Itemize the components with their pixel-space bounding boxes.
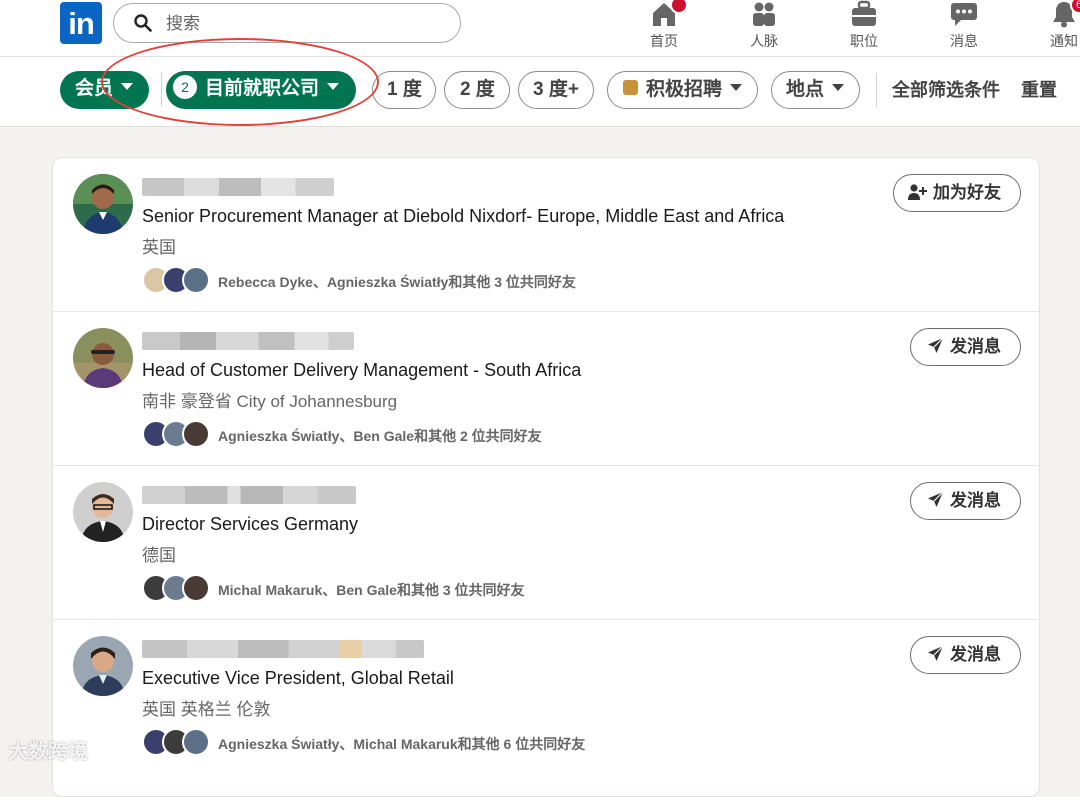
message-button-label: 发消息 <box>950 491 1001 510</box>
person-result: Senior Procurement Manager at Diebold Ni… <box>53 158 1041 312</box>
reset-button[interactable]: 重置 <box>1021 71 1057 109</box>
person-result: Director Services Germany 德国 Michal Maka… <box>53 466 1041 620</box>
person-name-blurred[interactable] <box>142 178 334 196</box>
mutual-avatar <box>182 266 210 294</box>
mutual-avatar <box>182 728 210 756</box>
filter-actively-hiring[interactable]: 积极招聘 <box>607 71 759 109</box>
send-icon <box>928 491 944 508</box>
nav-messaging[interactable]: 消息 <box>924 0 1004 56</box>
caret-down-icon <box>730 84 743 92</box>
mutual-avatar <box>182 420 210 448</box>
annotation-circle <box>101 38 379 126</box>
person-location: 德国 <box>142 546 176 565</box>
filter-divider <box>876 73 877 107</box>
all-filters-button[interactable]: 全部筛选条件 <box>892 71 1000 109</box>
person-name-blurred[interactable] <box>142 640 424 658</box>
person-headline: Senior Procurement Manager at Diebold Ni… <box>142 206 785 226</box>
add-person-icon <box>908 183 927 200</box>
person-headline: Head of Customer Delivery Management - S… <box>142 360 582 380</box>
filter-first-degree[interactable]: 1 度 <box>372 71 436 109</box>
mutual-connections-text: Rebecca Dyke、Agnieszka Światły和其他 3 位共同好… <box>218 274 576 290</box>
hiring-icon <box>623 80 638 96</box>
people-icon <box>753 2 775 26</box>
mutual-connections-text: Agnieszka Światły、Ben Gale和其他 2 位共同好友 <box>218 428 542 444</box>
filter-location-label: 地点 <box>786 79 825 100</box>
results-card: Senior Procurement Manager at Diebold Ni… <box>52 157 1041 797</box>
person-result: Executive Vice President, Global Retail … <box>53 620 1041 774</box>
person-location: 英国 英格兰 伦敦 <box>142 700 271 719</box>
message-button[interactable]: 发消息 <box>910 328 1021 366</box>
message-icon <box>951 3 977 26</box>
person-headline: Executive Vice President, Global Retail <box>142 668 454 688</box>
mutual-avatar <box>182 574 210 602</box>
connect-button[interactable]: 加为好友 <box>893 174 1021 212</box>
watermark: 大数跨境 <box>8 741 88 763</box>
filter-actively-hiring-label: 积极招聘 <box>646 79 723 100</box>
search-icon <box>134 14 152 32</box>
nav-home-label: 首页 <box>650 33 678 49</box>
avatar[interactable] <box>73 636 133 696</box>
person-location: 英国 <box>142 238 176 257</box>
message-button[interactable]: 发消息 <box>910 482 1021 520</box>
briefcase-icon <box>852 0 876 26</box>
send-icon <box>928 337 944 354</box>
filter-third-degree[interactable]: 3 度+ <box>518 71 594 109</box>
person-result: Head of Customer Delivery Management - S… <box>53 312 1041 466</box>
search-input[interactable] <box>164 12 448 36</box>
home-badge <box>670 0 688 14</box>
person-name-blurred[interactable] <box>142 486 356 504</box>
message-button[interactable]: 发消息 <box>910 636 1021 674</box>
nav-jobs-label: 职位 <box>850 33 878 49</box>
nav-network[interactable]: 人脉 <box>724 0 804 56</box>
nav-network-label: 人脉 <box>750 33 778 49</box>
search-box[interactable] <box>113 3 461 43</box>
person-name-blurred[interactable] <box>142 332 354 350</box>
nav-messaging-label: 消息 <box>950 33 978 49</box>
avatar[interactable] <box>73 328 133 388</box>
avatar[interactable] <box>73 174 133 234</box>
nav-notifications-label: 通知 <box>1050 33 1078 49</box>
linkedin-logo[interactable]: in <box>60 2 102 44</box>
send-icon <box>928 645 944 662</box>
nav-home[interactable]: 首页 <box>624 0 704 56</box>
filter-location[interactable]: 地点 <box>771 71 861 109</box>
person-location: 南非 豪登省 City of Johannesburg <box>142 392 398 411</box>
avatar[interactable] <box>73 482 133 542</box>
nav-notifications[interactable]: 6 通知 <box>1024 0 1080 56</box>
mutual-connections-text: Agnieszka Światły、Michal Makaruk和其他 6 位共… <box>218 736 586 752</box>
message-button-label: 发消息 <box>950 337 1001 356</box>
mutual-connections-text: Michal Makaruk、Ben Gale和其他 3 位共同好友 <box>218 582 525 598</box>
connect-button-label: 加为好友 <box>933 183 1001 202</box>
nav-jobs[interactable]: 职位 <box>824 0 904 56</box>
filter-second-degree[interactable]: 2 度 <box>444 71 510 109</box>
caret-down-icon <box>832 84 845 92</box>
person-headline: Director Services Germany <box>142 514 359 534</box>
message-button-label: 发消息 <box>950 645 1001 664</box>
